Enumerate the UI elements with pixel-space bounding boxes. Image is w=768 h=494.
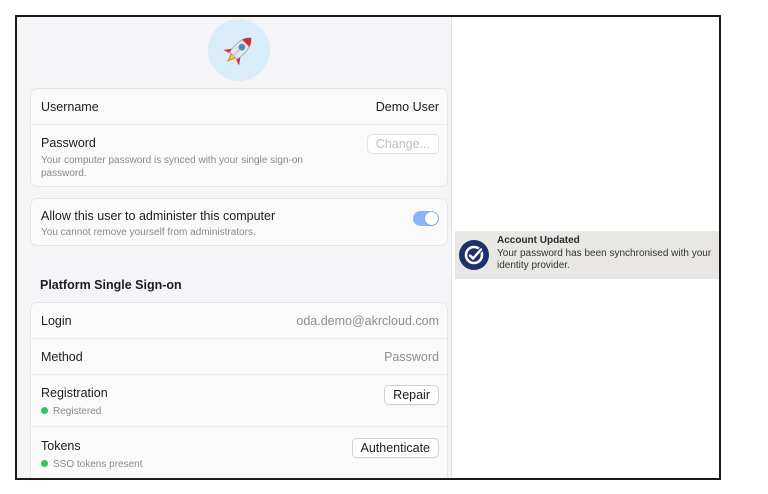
registration-label: Registration	[41, 386, 108, 400]
login-label: Login	[41, 314, 72, 328]
account-updated-notification[interactable]: Account Updated Your password has been s…	[455, 231, 719, 279]
authenticate-button[interactable]: Authenticate	[351, 438, 439, 458]
tokens-status-text: SSO tokens present	[53, 459, 143, 470]
tokens-label: Tokens	[41, 439, 81, 453]
tokens-row: Tokens SSO tokens present Authenticate	[31, 427, 447, 478]
rocket-icon	[223, 37, 252, 66]
status-dot-icon	[41, 407, 48, 414]
method-label: Method	[41, 350, 83, 364]
window-frame: Username Demo User Password Your compute…	[15, 15, 721, 480]
notification-body: Your password has been synchronised with…	[497, 248, 712, 271]
admin-label: Allow this user to administer this compu…	[41, 209, 276, 223]
admin-description: You cannot remove yourself from administ…	[41, 227, 256, 238]
admin-toggle[interactable]	[413, 211, 439, 226]
repair-button[interactable]: Repair	[384, 385, 439, 405]
checkmark-icon	[464, 245, 484, 265]
login-value: oda.demo@akrcloud.com	[296, 314, 439, 328]
username-value: Demo User	[375, 100, 439, 114]
password-row: Password Your computer password is synce…	[31, 125, 447, 187]
notification-title: Account Updated	[497, 235, 580, 246]
admin-row: Allow this user to administer this compu…	[31, 199, 447, 245]
password-description: Your computer password is synced with yo…	[41, 155, 303, 179]
login-row: Login oda.demo@akrcloud.com	[31, 303, 447, 339]
password-label: Password	[41, 136, 96, 150]
username-label: Username	[41, 100, 99, 114]
user-avatar[interactable]	[208, 19, 270, 81]
registration-row: Registration Registered Repair	[31, 375, 447, 427]
check-shield-icon	[459, 240, 489, 270]
registration-status: Registered	[41, 405, 101, 418]
account-card: Username Demo User Password Your compute…	[30, 88, 448, 187]
change-password-button[interactable]: Change...	[366, 134, 439, 154]
username-row: Username Demo User	[31, 89, 447, 125]
status-dot-icon	[41, 460, 48, 467]
method-value: Password	[384, 350, 439, 364]
registration-status-text: Registered	[53, 406, 102, 417]
admin-card: Allow this user to administer this compu…	[30, 198, 448, 246]
method-row: Method Password	[31, 339, 447, 375]
tokens-status: SSO tokens present	[41, 458, 143, 471]
sso-heading: Platform Single Sign-on	[40, 278, 182, 292]
toggle-knob	[425, 212, 438, 225]
user-settings-pane: Username Demo User Password Your compute…	[17, 17, 452, 478]
sso-card: Login oda.demo@akrcloud.com Method Passw…	[30, 302, 448, 478]
